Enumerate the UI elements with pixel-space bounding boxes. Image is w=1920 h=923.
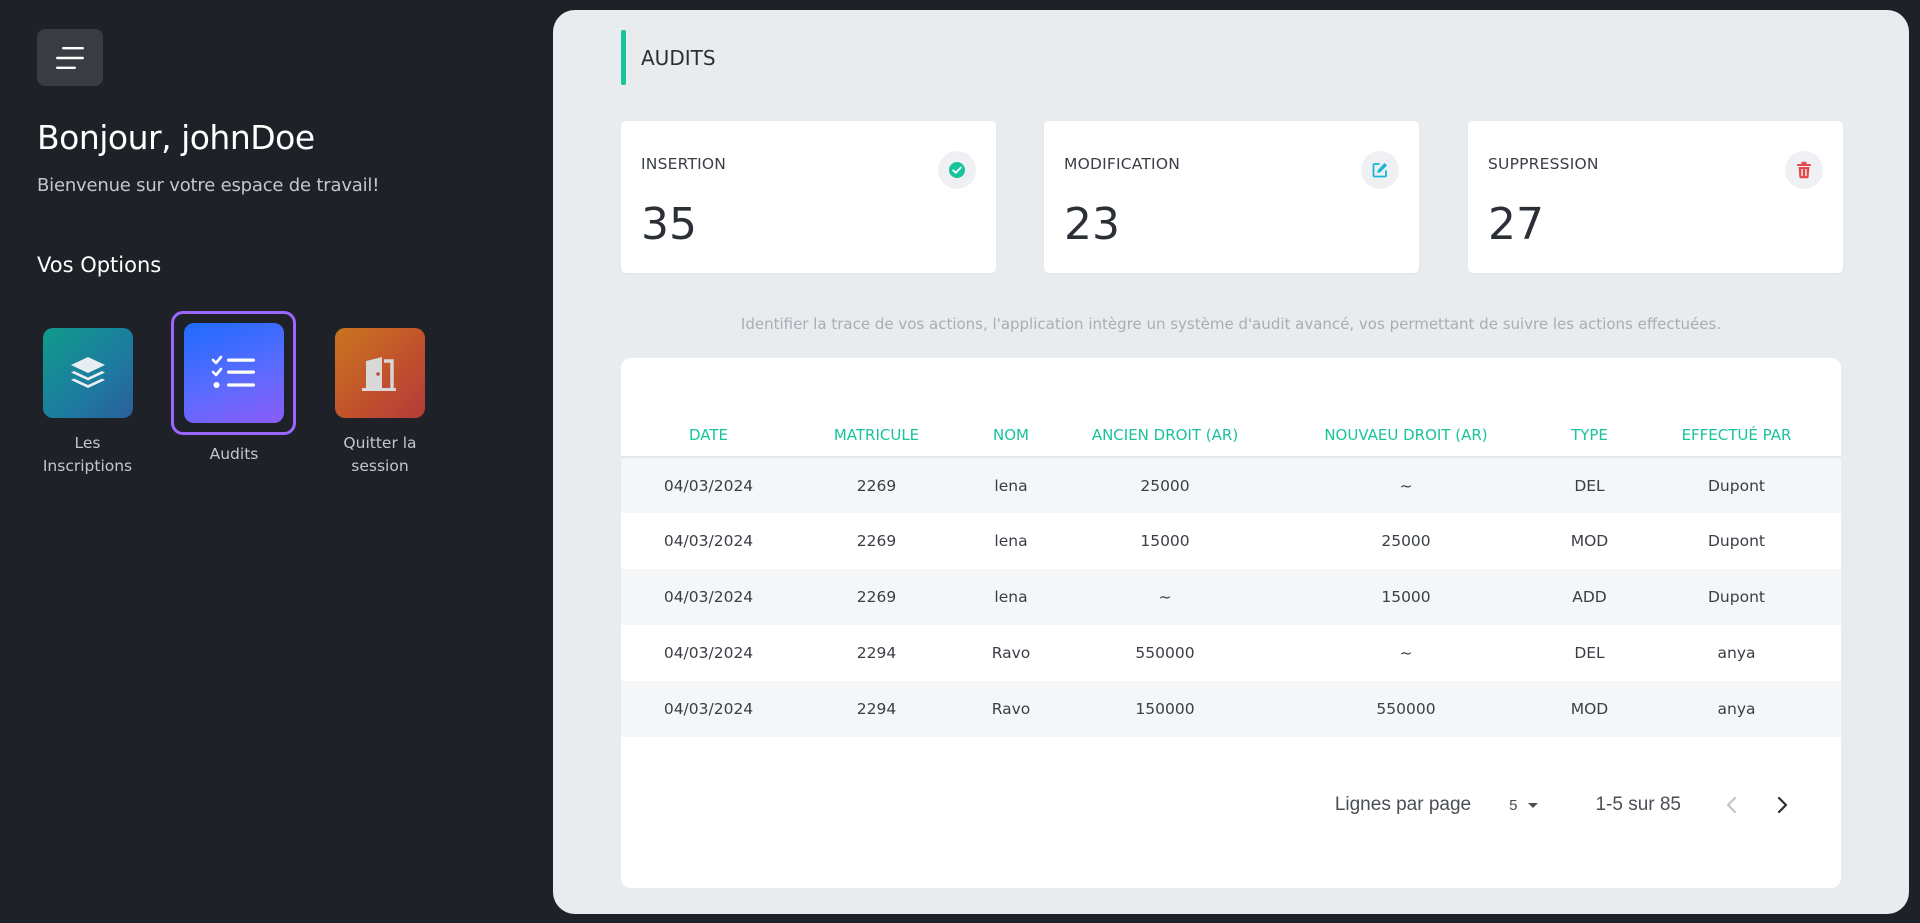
cell-type: ADD	[1547, 569, 1632, 625]
cell-nom: lena	[994, 532, 1028, 550]
cell-nouveau-droit: 15000	[1265, 569, 1547, 625]
cell-effectue-par: anya	[1632, 681, 1841, 737]
stat-value: 27	[1488, 199, 1544, 250]
column-header-matricule[interactable]: MATRICULE	[796, 358, 957, 458]
options-title: Vos Options	[37, 253, 162, 277]
stat-value: 23	[1064, 199, 1120, 250]
option-logout-tile[interactable]	[335, 328, 425, 418]
cell-date: 04/03/2024	[621, 457, 796, 513]
cell-matricule: 2269	[796, 569, 957, 625]
check-circle-icon	[938, 151, 976, 189]
option-audits-tile[interactable]	[183, 323, 284, 423]
cell-type: DEL	[1574, 644, 1605, 662]
cell-date: 04/03/2024	[663, 644, 754, 662]
cell-type: MOD	[1547, 681, 1632, 737]
option-logout-label: Quitter la session	[343, 434, 417, 475]
cell-nouveau-droit: 550000	[1265, 681, 1547, 737]
pagination: Lignes par page 5 1-5 sur 85	[1335, 790, 1797, 820]
stat-card-suppression: SUPPRESSION 27	[1468, 121, 1843, 273]
option-audits-selected-frame	[171, 311, 296, 435]
rows-per-page-value: 5	[1509, 796, 1518, 814]
stat-card-insertion: INSERTION 35	[621, 121, 996, 273]
cell-ancien-droit: 15000	[1140, 532, 1190, 550]
previous-page-button[interactable]	[1717, 790, 1747, 820]
next-page-button[interactable]	[1767, 790, 1797, 820]
rows-per-page-select[interactable]: 5	[1509, 795, 1545, 815]
page-title: AUDITS	[641, 45, 716, 70]
audit-info-text: Identifier la trace de vos actions, l'ap…	[740, 315, 1722, 333]
column-header-effectue-par[interactable]: EFFECTUÉ PAR	[1632, 358, 1841, 458]
column-header-nouveau-droit[interactable]: NOUVAEU DROIT (AR)	[1265, 358, 1547, 458]
welcome-text: Bienvenue sur votre espace de travail!	[37, 175, 380, 196]
cell-effectue-par: Dupont	[1632, 457, 1841, 513]
stat-label: INSERTION	[641, 155, 727, 173]
cell-ancien-droit: 150000	[1065, 681, 1265, 737]
cell-type: DEL	[1547, 457, 1632, 513]
cell-effectue-par: Dupont	[1708, 532, 1765, 550]
table-row[interactable]: 04/03/2024 2269 lena 25000 ~ DEL Dupont	[621, 457, 1841, 513]
edit-icon	[1361, 151, 1399, 189]
door-icon	[362, 357, 396, 391]
greeting-title: Bonjour, johnDoe	[37, 118, 315, 157]
stat-card-modification: MODIFICATION 23	[1044, 121, 1419, 273]
table-row[interactable]: 04/03/2024 2269 lena ~ 15000 ADD Dupont	[621, 569, 1841, 625]
cell-date: 04/03/2024	[663, 532, 754, 550]
cell-matricule: 2269	[856, 532, 897, 550]
option-inscriptions-tile[interactable]	[42, 328, 133, 418]
column-header-ancien-droit[interactable]: ANCIEN DROIT (AR)	[1065, 358, 1265, 458]
audit-table-card: DATE MATRICULE NOM ANCIEN DROIT (AR) NOU…	[621, 358, 1841, 888]
column-header-date[interactable]: DATE	[621, 358, 796, 458]
cell-nouveau-droit: ~	[1399, 644, 1413, 662]
option-inscriptions[interactable]: Les Inscriptions	[38, 328, 137, 478]
cell-nouveau-droit: ~	[1265, 457, 1547, 513]
table-header-row: DATE MATRICULE NOM ANCIEN DROIT (AR) NOU…	[621, 358, 1841, 458]
cell-nom: Ravo	[991, 644, 1031, 662]
chevron-right-icon	[1777, 796, 1788, 814]
cell-nouveau-droit: 25000	[1381, 532, 1431, 550]
page-header: AUDITS	[621, 30, 716, 85]
column-header-type[interactable]: TYPE	[1547, 358, 1632, 458]
trash-icon	[1785, 151, 1823, 189]
main-panel: AUDITS INSERTION 35 MODIFICATION 23 SUPP…	[553, 10, 1909, 914]
caret-down-icon	[1528, 803, 1539, 808]
hamburger-icon	[56, 46, 84, 69]
cell-ancien-droit: ~	[1065, 569, 1265, 625]
option-audits[interactable]: Audits	[171, 311, 297, 466]
cell-matricule: 2294	[856, 644, 897, 662]
cell-effectue-par: anya	[1717, 644, 1756, 662]
cell-matricule: 2269	[796, 457, 957, 513]
table-row[interactable]: 04/03/2024 2269 lena 15000 25000 MOD Dup…	[621, 513, 1841, 569]
table-row[interactable]: 04/03/2024 2294 Ravo 550000 ~ DEL anya	[621, 625, 1841, 681]
cell-date: 04/03/2024	[621, 681, 796, 737]
cell-ancien-droit: 550000	[1135, 644, 1195, 662]
stat-label: SUPPRESSION	[1488, 155, 1599, 173]
cell-nom: lena	[957, 457, 1065, 513]
cell-effectue-par: Dupont	[1632, 569, 1841, 625]
option-inscriptions-label: Les Inscriptions	[42, 434, 133, 475]
chevron-left-icon	[1726, 796, 1737, 814]
stat-label: MODIFICATION	[1064, 155, 1181, 173]
stat-value: 35	[641, 199, 697, 250]
option-logout[interactable]: Quitter la session	[330, 328, 430, 478]
option-audits-label: Audits	[209, 445, 259, 463]
menu-toggle-button[interactable]	[37, 29, 103, 86]
cell-date: 04/03/2024	[621, 569, 796, 625]
pagination-range: 1-5 sur 85	[1595, 794, 1681, 815]
audit-table: DATE MATRICULE NOM ANCIEN DROIT (AR) NOU…	[621, 358, 1841, 737]
layers-icon	[70, 357, 105, 388]
checklist-icon	[211, 355, 255, 388]
cell-matricule: 2294	[796, 681, 957, 737]
cell-nom: lena	[957, 569, 1065, 625]
rows-per-page-label: Lignes par page	[1334, 794, 1472, 815]
cell-nom: Ravo	[957, 681, 1065, 737]
cell-type: MOD	[1570, 532, 1609, 550]
table-row[interactable]: 04/03/2024 2294 Ravo 150000 550000 MOD a…	[621, 681, 1841, 737]
column-header-nom[interactable]: NOM	[957, 358, 1065, 458]
cell-ancien-droit: 25000	[1065, 457, 1265, 513]
title-accent-bar	[621, 30, 626, 85]
